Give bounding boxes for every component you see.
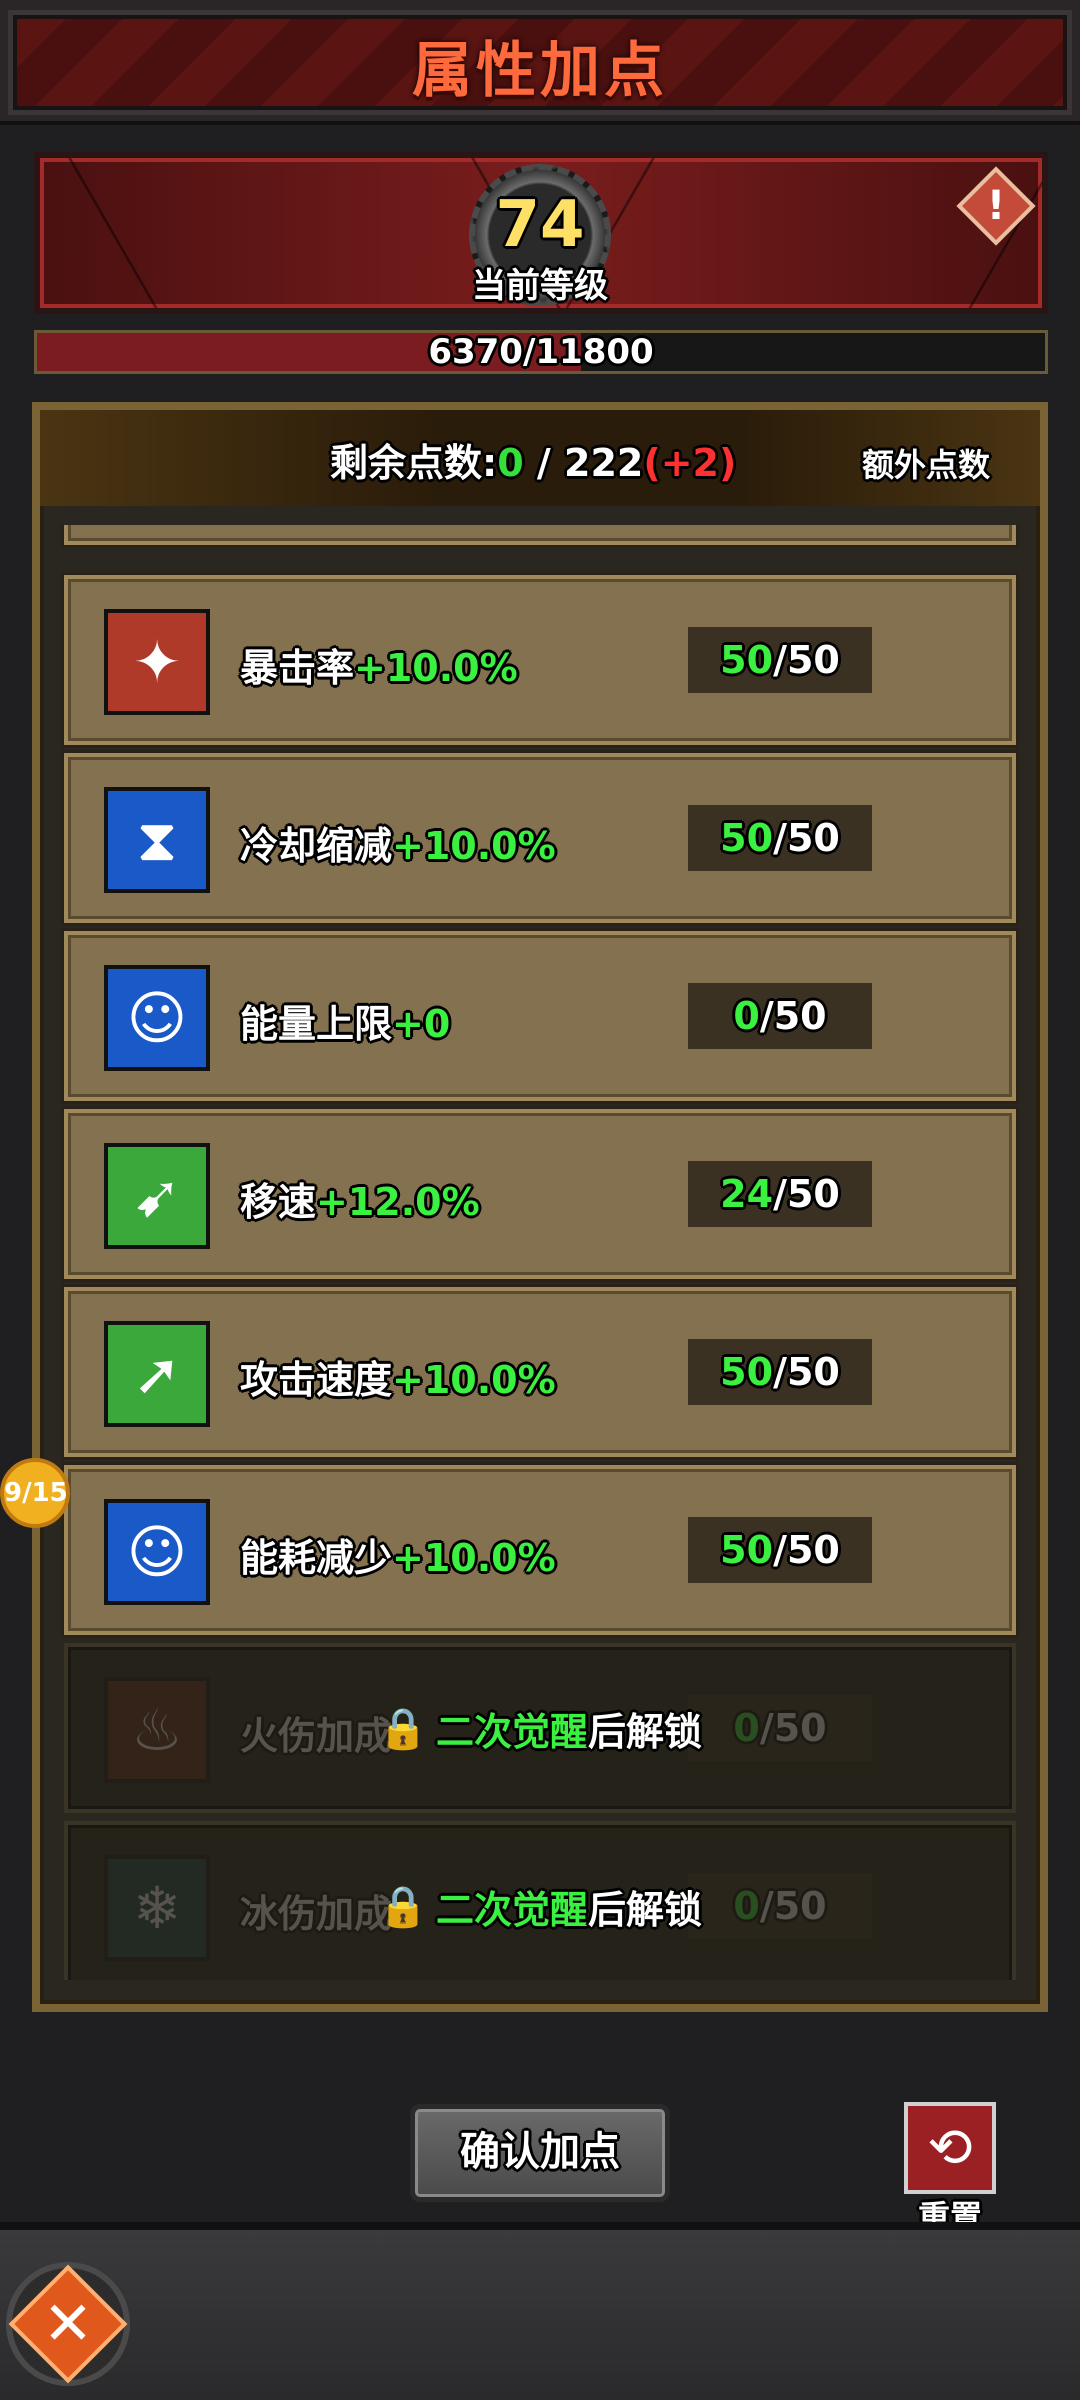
attribute-row[interactable]: ➹ 移速+12.0% 24/50	[64, 1109, 1016, 1279]
side-badge[interactable]: 9/15	[0, 1458, 70, 1528]
attribute-name: 暴击率+10.0%	[240, 637, 518, 692]
attribute-count-current: 0	[733, 1706, 760, 1750]
attribute-count[interactable]: 50/50	[688, 627, 872, 693]
exp-bar: 6370/11800	[34, 330, 1048, 374]
attribute-bonus: +10.0%	[392, 1536, 556, 1580]
attribute-count-current: 50	[720, 1350, 774, 1394]
attribute-row[interactable]: ☺ 能量上限+0 0/50	[64, 931, 1016, 1101]
remaining-points-bonus: (+2)	[643, 441, 737, 485]
lock-icon: 🔒	[378, 1884, 428, 1930]
energy-icon: ☺	[104, 965, 210, 1071]
alert-icon[interactable]: !	[968, 180, 1024, 236]
attribute-bonus: +0	[392, 1002, 451, 1046]
remaining-points-separator: /	[523, 441, 564, 485]
unlock-message: 二次觉醒后解锁	[436, 1701, 702, 1756]
attribute-count-current: 0	[733, 994, 760, 1038]
attribute-count-current: 50	[720, 638, 774, 682]
attribute-glyph: ☺	[126, 1518, 188, 1586]
boot-icon: ➹	[104, 1143, 210, 1249]
locked-attribute-row: ♨ 火伤加成 0/50 🔒 二次觉醒后解锁	[64, 1643, 1016, 1813]
attribute-bonus: +10.0%	[354, 646, 518, 690]
ice-icon: ❄	[104, 1855, 210, 1961]
attribute-name: 火伤加成	[240, 1714, 393, 1758]
attack-speed-icon: ➚	[104, 1321, 210, 1427]
attribute-glyph: ❄	[132, 1874, 182, 1942]
attribute-count-max: /50	[759, 1706, 827, 1750]
attribute-count-max: /50	[759, 1884, 827, 1928]
exp-text: 6370/11800	[428, 332, 654, 372]
attribute-count-current: 24	[720, 1172, 774, 1216]
attribute-row[interactable]: ⧗ 冷却缩减+10.0% 50/50	[64, 753, 1016, 923]
attribute-count-max: /50	[773, 638, 840, 682]
attribute-label: 攻击速度	[240, 1358, 393, 1402]
fire-icon: ♨	[104, 1677, 210, 1783]
reset-icon[interactable]: ⟲	[904, 2102, 996, 2194]
unlock-highlight: 二次觉醒	[436, 1888, 589, 1932]
attribute-count-max: /50	[773, 1528, 840, 1572]
list-item	[64, 525, 1016, 545]
attribute-name: 冷却缩减+10.0%	[240, 815, 556, 870]
attribute-label: 冷却缩减	[240, 824, 393, 868]
attribute-count-current: 50	[720, 1528, 774, 1572]
attribute-glyph: ✦	[132, 628, 182, 696]
attribute-count-max: /50	[773, 816, 840, 860]
attribute-count-current: 50	[720, 816, 774, 860]
remaining-points: 剩余点数:0 / 222(+2)	[330, 432, 736, 487]
locked-attribute-row: ❄ 冰伤加成 0/50 🔒 二次觉醒后解锁	[64, 1821, 1016, 1980]
attribute-count-max: /50	[759, 994, 827, 1038]
attribute-label: 能量上限	[240, 1002, 393, 1046]
remaining-points-total: 222	[564, 441, 644, 485]
extra-points-button[interactable]: 额外点数	[862, 440, 990, 486]
attribute-count: 0/50	[688, 1695, 872, 1761]
attribute-row[interactable]: ➚ 攻击速度+10.0% 50/50	[64, 1287, 1016, 1457]
attribute-label: 能耗减少	[240, 1536, 393, 1580]
unlock-suffix: 后解锁	[588, 1888, 703, 1932]
attribute-count[interactable]: 50/50	[688, 805, 872, 871]
attribute-bonus: +12.0%	[316, 1180, 480, 1224]
attribute-list[interactable]: ✦ 暴击率+10.0% 50/50 ⧗ 冷却缩减+10.0% 50/50 ☺ 能量上限+0 0/…	[60, 525, 1020, 1980]
remaining-points-current: 0	[497, 441, 524, 485]
close-icon[interactable]: ✕	[26, 2282, 110, 2366]
attribute-count[interactable]: 0/50	[688, 983, 872, 1049]
attribute-count[interactable]: 24/50	[688, 1161, 872, 1227]
unlock-highlight: 二次觉醒	[436, 1710, 589, 1754]
attribute-count[interactable]: 50/50	[688, 1517, 872, 1583]
bottom-bar	[0, 2222, 1080, 2400]
attribute-name: 能量上限+0	[240, 993, 450, 1048]
unlock-suffix: 后解锁	[588, 1710, 703, 1754]
attribute-label: 移速	[240, 1180, 317, 1224]
attribute-label: 暴击率	[240, 646, 355, 690]
attribute-glyph: ☺	[126, 984, 188, 1052]
attribute-bonus: +10.0%	[392, 824, 556, 868]
energy-cost-icon: ☺	[104, 1499, 210, 1605]
attribute-name: 攻击速度+10.0%	[240, 1349, 556, 1404]
level-number: 74	[495, 188, 585, 262]
attribute-glyph: ➹	[132, 1162, 182, 1230]
attribute-name: 移速+12.0%	[240, 1171, 480, 1226]
attribute-glyph: ➚	[132, 1340, 182, 1408]
attribute-count: 0/50	[688, 1873, 872, 1939]
attribute-row[interactable]: ☺ 能耗减少+10.0% 50/50	[64, 1465, 1016, 1635]
attribute-count[interactable]: 50/50	[688, 1339, 872, 1405]
hourglass-icon: ⧗	[104, 787, 210, 893]
attribute-bonus: +10.0%	[392, 1358, 556, 1402]
page-title: 属性加点	[412, 36, 668, 106]
crit-icon: ✦	[104, 609, 210, 715]
attribute-name: 能耗减少+10.0%	[240, 1527, 556, 1582]
confirm-button[interactable]: 确认加点	[410, 2104, 670, 2202]
attribute-name: 冰伤加成	[240, 1892, 393, 1936]
attribute-count-current: 0	[733, 1884, 760, 1928]
level-label: 当前等级	[472, 266, 608, 306]
attribute-glyph: ♨	[131, 1696, 183, 1764]
attribute-row[interactable]: ✦ 暴击率+10.0% 50/50	[64, 575, 1016, 745]
remaining-points-label: 剩余点数:	[330, 441, 498, 485]
attribute-count-max: /50	[773, 1172, 840, 1216]
attribute-count-max: /50	[773, 1350, 840, 1394]
attribute-glyph: ⧗	[136, 806, 178, 874]
lock-icon: 🔒	[378, 1706, 428, 1752]
unlock-message: 二次觉醒后解锁	[436, 1879, 702, 1934]
